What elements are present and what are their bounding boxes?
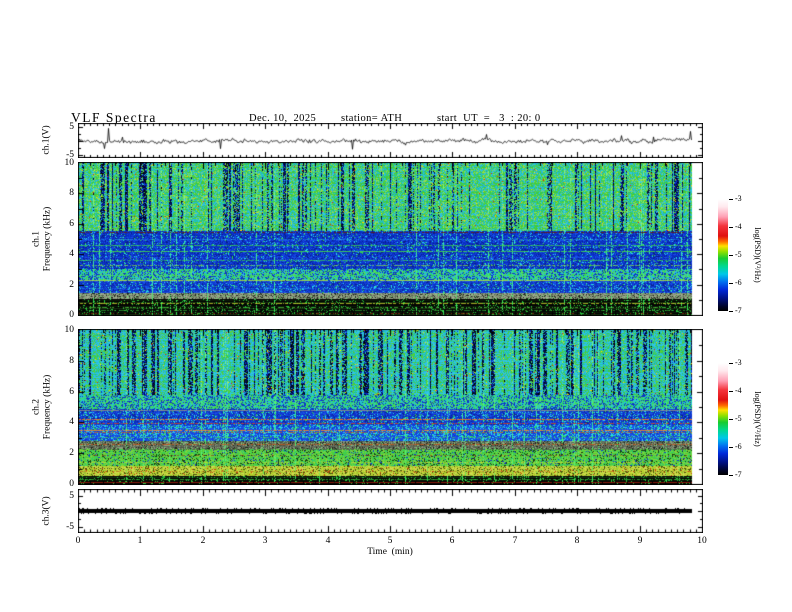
- vlf-spectra-figure: VLF Spectra Dec. 10, 2025 station= ATH s…: [0, 0, 792, 612]
- x-tick-label: 2: [200, 536, 206, 546]
- colorbar-tick: [729, 419, 733, 420]
- colorbar-tick: [729, 447, 733, 448]
- ch2-frequency-tick-label: 10: [64, 325, 75, 335]
- x-tick-label: 4: [325, 536, 331, 546]
- colorbar-ch1: [718, 199, 728, 311]
- colorbar-tick-label: -3: [735, 358, 742, 367]
- ch3-voltage-axis-label: ch.3(V): [41, 496, 52, 526]
- colorbar-tick: [729, 475, 733, 476]
- colorbar-tick: [729, 227, 733, 228]
- colorbar-tick: [729, 391, 733, 392]
- colorbar-ch1-label: log(PSD)(V²/Hz): [752, 227, 762, 283]
- colorbar-ch2-label: log(PSD)(V²/Hz): [752, 391, 762, 447]
- ch1-voltage-axis-label: ch.1(V): [41, 125, 52, 155]
- ch1-voltage-tick-label: 5: [69, 122, 74, 132]
- colorbar-tick: [729, 311, 733, 312]
- colorbar-tick-label: -7: [735, 470, 742, 479]
- colorbar-tick-label: -5: [735, 414, 742, 423]
- ch2-axis-frequency: Frequency (kHz): [43, 374, 53, 440]
- ch1-frequency-tick-label: 2: [69, 280, 74, 290]
- ch2-frequency-tick-label: 2: [69, 448, 74, 458]
- ch2-frequency-axis-label: ch.2 Frequency (kHz): [32, 375, 55, 440]
- colorbar-tick-label: -7: [735, 306, 742, 315]
- colorbar-tick: [729, 363, 733, 364]
- ch1-axis-channel: ch.1: [31, 230, 42, 248]
- ch1-frequency-tick-label: 8: [69, 188, 74, 198]
- ch1-spectrogram-panel: [78, 162, 703, 316]
- colorbar-tick: [729, 199, 733, 200]
- x-tick-label: 5: [387, 536, 393, 546]
- ch3-voltage-tick-label: -5: [66, 522, 74, 532]
- ch3-waveform-panel: [78, 489, 703, 533]
- x-tick-label: 6: [449, 536, 455, 546]
- x-tick-label: 3: [262, 536, 268, 546]
- x-tick-label: 0: [75, 536, 81, 546]
- ch1-frequency-tick-label: 4: [69, 249, 74, 259]
- ch2-frequency-tick-label: 0: [69, 479, 74, 489]
- colorbar-tick-label: -3: [735, 194, 742, 203]
- ch1-axis-frequency: Frequency (kHz): [43, 206, 53, 272]
- colorbar-tick: [729, 255, 733, 256]
- x-tick-label: 9: [637, 536, 643, 546]
- ch2-spectrogram-panel: [78, 329, 703, 485]
- colorbar-tick-label: -4: [735, 386, 742, 395]
- ch2-axis-channel: ch.2: [31, 398, 42, 416]
- colorbar-tick-label: -5: [735, 250, 742, 259]
- ch1-frequency-tick-label: 0: [69, 310, 74, 320]
- x-tick-label: 7: [512, 536, 518, 546]
- ch2-frequency-tick-label: 8: [69, 356, 74, 366]
- ch1-waveform-panel: [78, 123, 703, 158]
- colorbar-tick: [729, 283, 733, 284]
- x-tick-label: 10: [697, 536, 707, 546]
- colorbar-tick-label: -6: [735, 278, 742, 287]
- ch2-frequency-tick-label: 4: [69, 417, 74, 427]
- ch1-frequency-axis-label: ch.1 Frequency (kHz): [32, 207, 55, 272]
- colorbar-tick-label: -6: [735, 442, 742, 451]
- ch2-frequency-tick-label: 6: [69, 387, 74, 397]
- time-axis-label: Time (min): [367, 547, 413, 557]
- ch1-frequency-tick-label: 6: [69, 219, 74, 229]
- x-tick-label: 8: [574, 536, 580, 546]
- colorbar-tick-label: -4: [735, 222, 742, 231]
- x-tick-label: 1: [137, 536, 143, 546]
- ch1-frequency-tick-label: 10: [64, 158, 75, 168]
- colorbar-ch2: [718, 363, 728, 475]
- ch3-voltage-tick-label: 5: [69, 491, 74, 501]
